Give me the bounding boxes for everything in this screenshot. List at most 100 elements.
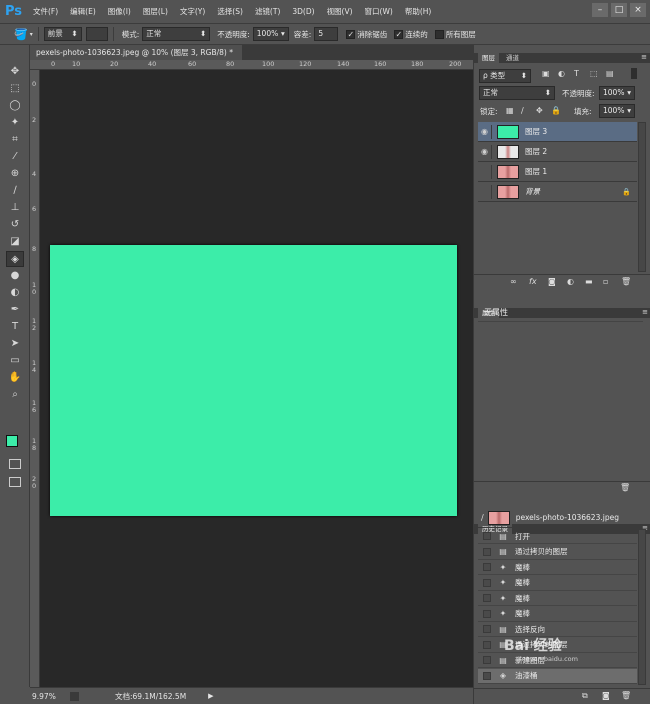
lock-image-icon[interactable]: ∕ [521, 106, 524, 115]
layer-filter-select[interactable]: ρ 类型 ⬍ [479, 69, 531, 83]
snapshot-camera-icon[interactable]: ◙ [602, 691, 610, 700]
move-tool-icon[interactable]: ✥ [6, 64, 24, 80]
zoom-tool-icon[interactable]: ⌕ [6, 387, 24, 403]
history-snapshot[interactable]: ∕ pexels-photo-1036623.jpeg [478, 508, 637, 528]
history-item[interactable]: ◈ 油漆桶 [478, 668, 637, 684]
history-checkbox[interactable] [483, 640, 491, 649]
eyedropper-tool-icon[interactable]: ⁄ [6, 149, 24, 165]
history-checkbox[interactable] [483, 671, 491, 680]
menu-layer[interactable]: 图层(L) [137, 6, 174, 17]
lock-all-icon[interactable]: 🔒 [551, 106, 561, 115]
blur-tool-icon[interactable]: ● [6, 268, 24, 284]
eye-hidden-icon[interactable] [478, 164, 492, 179]
menu-help[interactable]: 帮助(H) [399, 6, 438, 17]
filter-pixel-icon[interactable]: ▣ [542, 69, 550, 78]
healing-brush-tool-icon[interactable]: ⊕ [6, 166, 24, 182]
document-tab[interactable]: pexels-photo-1036623.jpeg @ 10% (图层 3, R… [30, 45, 242, 72]
contiguous-checkbox[interactable]: ✓ [394, 29, 404, 39]
maximize-button[interactable]: □ [611, 3, 627, 17]
delete-layer-icon[interactable]: 🗑 [621, 277, 631, 286]
layers-scrollbar[interactable] [638, 122, 646, 272]
menu-select[interactable]: 选择(S) [211, 6, 249, 17]
filter-toggle-icon[interactable] [631, 68, 637, 79]
history-item[interactable]: ✦ 魔棒 [478, 591, 637, 606]
panel-menu-icon[interactable]: ≡ [641, 53, 647, 61]
eye-hidden-icon[interactable] [478, 184, 492, 199]
menu-edit[interactable]: 编辑(E) [64, 6, 102, 17]
delete-state-icon[interactable]: 🗑 [621, 691, 631, 700]
menu-filter[interactable]: 滤镜(T) [249, 6, 286, 17]
minimize-button[interactable]: – [592, 3, 608, 17]
type-tool-icon[interactable]: T [6, 319, 24, 335]
panel-menu-icon[interactable]: ≡ [642, 308, 648, 316]
zoom-level[interactable]: 9.97% [32, 692, 64, 701]
screen-mode-icon[interactable] [9, 477, 21, 487]
adjustment-layer-icon[interactable]: ◐ [567, 277, 574, 286]
filter-adjustment-icon[interactable]: ◐ [558, 69, 565, 78]
fill-input[interactable]: 100% ▾ [599, 104, 635, 118]
close-button[interactable]: × [630, 3, 646, 17]
layer-opacity-input[interactable]: 100% ▾ [599, 86, 635, 100]
history-scrollbar[interactable] [638, 529, 646, 685]
history-brush-tool-icon[interactable]: ↺ [6, 217, 24, 233]
mode-select[interactable]: 正常 ⬍ [142, 27, 211, 41]
history-checkbox[interactable] [483, 609, 491, 618]
tab-channels[interactable]: 通道 [502, 53, 523, 63]
history-checkbox[interactable] [483, 625, 491, 633]
clone-stamp-tool-icon[interactable]: ⊥ [6, 200, 24, 216]
paint-bucket-icon[interactable]: 🪣 [14, 28, 28, 41]
brush-tool-icon[interactable]: ∕ [6, 183, 24, 199]
delete-icon[interactable]: 🗑 [620, 483, 630, 492]
history-item[interactable]: ✦ 魔棒 [478, 576, 637, 591]
history-item[interactable]: ✦ 魔棒 [478, 560, 637, 575]
menu-window[interactable]: 窗口(W) [359, 6, 399, 17]
filter-type-icon[interactable]: T [574, 69, 579, 78]
path-selection-tool-icon[interactable]: ➤ [6, 336, 24, 352]
history-checkbox[interactable] [483, 547, 491, 556]
new-document-from-state-icon[interactable]: ⧉ [582, 691, 588, 701]
hand-tool-icon[interactable]: ✋ [6, 370, 24, 386]
history-item[interactable]: ▤ 通过拷贝的图层 [478, 545, 637, 560]
history-brush-source-icon[interactable]: ∕ [481, 513, 484, 522]
document-canvas[interactable] [50, 245, 457, 516]
magic-wand-tool-icon[interactable]: ✦ [6, 115, 24, 131]
blend-mode-select[interactable]: 正常 ⬍ [479, 86, 555, 100]
opacity-input[interactable]: 100% ▾ [252, 27, 289, 41]
pattern-picker[interactable] [85, 27, 108, 41]
menu-image[interactable]: 图像(I) [102, 6, 137, 17]
history-checkbox[interactable] [483, 594, 491, 602]
all-layers-checkbox[interactable] [434, 29, 444, 39]
rectangle-tool-icon[interactable]: ▭ [6, 353, 24, 369]
menu-3d[interactable]: 3D(D) [286, 7, 320, 16]
history-checkbox[interactable] [483, 656, 491, 664]
eye-icon[interactable]: ◉ [478, 124, 492, 139]
layer-style-icon[interactable]: fx [529, 277, 537, 286]
layer-row[interactable]: ◉ 图层 2 [478, 142, 637, 162]
quick-mask-icon[interactable] [9, 459, 21, 469]
lock-position-icon[interactable]: ✥ [536, 106, 543, 115]
tab-layers[interactable]: 图层 [478, 53, 499, 63]
pen-tool-icon[interactable]: ✒ [6, 302, 24, 318]
dodge-tool-icon[interactable]: ◐ [6, 285, 24, 301]
history-item[interactable]: ▤ 打开 [478, 529, 637, 544]
layer-row[interactable]: ◉ 图层 3 [478, 122, 637, 142]
eraser-tool-icon[interactable]: ◪ [6, 234, 24, 250]
menu-type[interactable]: 文字(Y) [174, 6, 211, 17]
menu-file[interactable]: 文件(F) [27, 6, 64, 17]
add-mask-icon[interactable]: ◙ [548, 277, 556, 286]
tool-preset-arrow-icon[interactable]: ▾ [30, 31, 33, 38]
history-checkbox[interactable] [483, 563, 491, 571]
status-expand-arrow-icon[interactable]: ▶ [208, 692, 213, 700]
fill-source-select[interactable]: 前景 ⬍ [43, 27, 82, 41]
history-checkbox[interactable] [483, 532, 491, 540]
filter-smart-object-icon[interactable]: ▤ [606, 69, 614, 78]
filter-shape-icon[interactable]: ⬚ [590, 69, 598, 78]
lasso-tool-icon[interactable]: ◯ [6, 98, 24, 114]
new-group-icon[interactable]: ▬ [585, 277, 593, 286]
status-menu-icon[interactable] [70, 691, 79, 701]
antialias-checkbox[interactable]: ✓ [346, 29, 356, 39]
menu-view[interactable]: 视图(V) [321, 6, 359, 17]
lock-transparent-icon[interactable]: ▦ [506, 106, 514, 115]
marquee-tool-icon[interactable]: ⬚ [6, 81, 24, 97]
foreground-color-swatch[interactable] [6, 435, 18, 447]
